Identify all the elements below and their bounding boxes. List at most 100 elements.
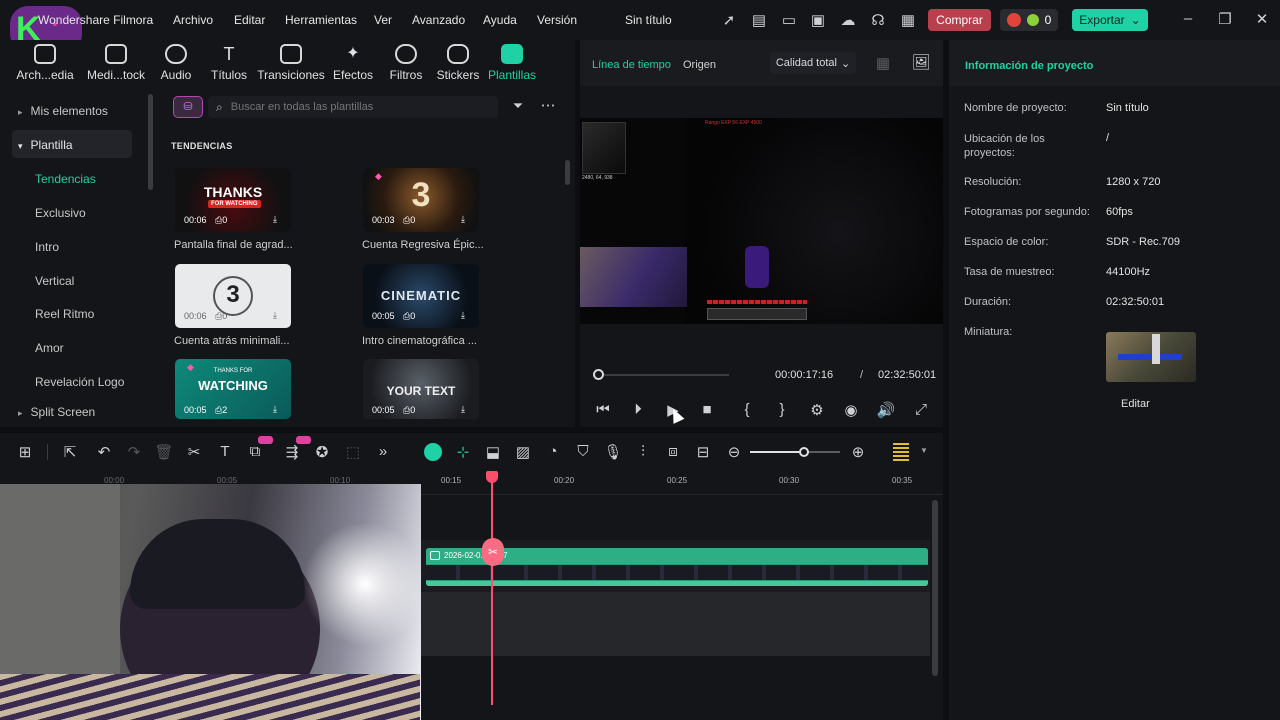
layout-grid-icon[interactable]: ⊞ xyxy=(15,443,35,461)
playhead-handle[interactable] xyxy=(486,471,498,483)
template-card[interactable]: THANKS FOR WATCHING 00:06 ⎙0 ⤓ xyxy=(175,168,291,232)
toolbar-templates[interactable]: Plantillas xyxy=(484,44,540,86)
fit-icon[interactable]: ⊟ xyxy=(693,443,713,461)
image-tool-icon[interactable]: ▨ xyxy=(513,443,533,461)
playback-progress-track[interactable] xyxy=(593,369,729,380)
download-icon[interactable]: ⤓ xyxy=(273,404,277,415)
text-tool-icon[interactable]: T xyxy=(215,443,235,460)
template-card[interactable]: YOUR TEXT 00:05 ⎙0 ⤓ xyxy=(363,359,479,419)
grid-view-icon[interactable]: ▦ xyxy=(873,54,893,72)
download-icon[interactable]: ⤓ xyxy=(461,404,465,415)
delete-icon[interactable]: 🗑 xyxy=(154,443,174,461)
search-box[interactable]: ⌕ xyxy=(208,96,498,118)
split-scissors-icon[interactable]: ✂ xyxy=(482,538,504,566)
export-button[interactable]: Exportar ⌄ xyxy=(1072,9,1148,31)
cut-scissors-icon[interactable]: ✂ xyxy=(184,443,204,461)
apps-grid-icon[interactable]: ▦ xyxy=(898,11,918,29)
snapshot-image-icon[interactable]: 🖼 xyxy=(911,53,931,71)
menu-ayuda[interactable]: Ayuda xyxy=(483,13,517,27)
menu-ver[interactable]: Ver xyxy=(374,13,392,27)
toolbar-filters[interactable]: Filtros xyxy=(380,44,432,86)
download-icon[interactable]: ⤓ xyxy=(461,310,465,321)
mark-in-icon[interactable]: { xyxy=(737,401,757,418)
buy-button[interactable]: Comprar xyxy=(928,9,991,31)
speed-icon[interactable]: ◔ xyxy=(543,443,563,460)
filter-icon[interactable]: ⏷ xyxy=(508,98,528,114)
zoom-in-icon[interactable]: ⊕ xyxy=(848,443,868,461)
quality-select[interactable]: Calidad total ⌄ xyxy=(770,52,856,74)
menu-avanzado[interactable]: Avanzado xyxy=(412,13,465,27)
stop-icon[interactable]: ■ xyxy=(697,401,717,418)
template-card[interactable]: 3 00:06 ⎙0 ⤓ xyxy=(175,264,291,328)
ai-effect-icon[interactable]: ✪ xyxy=(312,443,332,461)
document-icon[interactable]: ▤ xyxy=(749,11,769,29)
close-icon[interactable]: ✕ xyxy=(1252,10,1272,28)
ai-text-icon[interactable]: ⇶ xyxy=(282,443,302,461)
fullscreen-icon[interactable]: ⤢ xyxy=(911,401,931,418)
cloud-upload-icon[interactable]: ☁ xyxy=(838,11,858,29)
more-options-icon[interactable]: ⋯ xyxy=(538,96,558,114)
menu-herramientas[interactable]: Herramientas xyxy=(285,13,357,27)
headset-icon[interactable]: ☊ xyxy=(868,11,888,29)
sidebar-item-vertical[interactable]: Vertical xyxy=(35,274,74,288)
mark-out-icon[interactable]: } xyxy=(772,401,792,418)
replace-icon[interactable]: ⧈ xyxy=(663,443,683,460)
template-card[interactable]: 3 ◆ 00:03 ⎙0 ⤓ xyxy=(363,168,479,232)
download-icon[interactable]: ⤓ xyxy=(273,214,277,225)
volume-icon[interactable]: 🔊 xyxy=(876,401,896,419)
keyframe-icon[interactable]: ⬚ xyxy=(343,443,363,461)
sidebar-item-plantilla[interactable]: ▾ Plantilla xyxy=(18,138,73,152)
toolbar-effects[interactable]: ✦ Efectos xyxy=(326,44,380,86)
shield-icon[interactable]: ⛉ xyxy=(573,443,593,460)
chevron-down-icon[interactable]: ▼ xyxy=(920,446,928,455)
more-tools-icon[interactable]: » xyxy=(373,443,393,460)
download-icon[interactable]: ⤓ xyxy=(273,310,277,321)
playhead-line[interactable] xyxy=(491,475,493,705)
sidebar-item-split-screen[interactable]: ▸ Split Screen xyxy=(18,405,95,419)
toolbar-stock-media[interactable]: Medi...tock xyxy=(82,44,150,86)
menu-archivo[interactable]: Archivo xyxy=(173,13,213,27)
template-card[interactable]: CINEMATIC 00:05 ⎙0 ⤓ xyxy=(363,264,479,328)
sidebar-item-revelacion-logo[interactable]: Revelación Logo xyxy=(35,375,124,389)
zoom-slider-track[interactable] xyxy=(750,447,840,457)
zoom-out-icon[interactable]: ⊖ xyxy=(724,443,744,461)
menu-version[interactable]: Versión xyxy=(537,13,577,27)
template-store-icon[interactable]: ⛁ xyxy=(173,96,203,118)
camera-snapshot-icon[interactable]: ◉ xyxy=(841,401,861,419)
detach-icon[interactable]: ⬓ xyxy=(483,443,503,461)
toolbar-transitions[interactable]: Transiciones xyxy=(256,44,326,86)
toolbar-stickers[interactable]: Stickers xyxy=(432,44,484,86)
credits-badge[interactable]: 0 xyxy=(1000,9,1058,31)
send-icon[interactable]: ➚ xyxy=(719,11,739,29)
snap-toggle-icon[interactable] xyxy=(424,443,442,461)
download-icon[interactable]: ⤓ xyxy=(461,214,465,225)
step-forward-icon[interactable]: ⏵ xyxy=(628,401,648,418)
magnet-icon[interactable]: ⊹ xyxy=(453,443,473,461)
sidebar-scrollbar[interactable] xyxy=(148,94,153,190)
mixer-icon[interactable]: ⫶ xyxy=(633,443,653,460)
template-card[interactable]: ◆ THANKS FOR WATCHING 00:05 ⎙2 ⤓ xyxy=(175,359,291,419)
sidebar-item-intro[interactable]: Intro xyxy=(35,240,59,254)
render-settings-icon[interactable]: ⚙ xyxy=(807,401,827,419)
search-input[interactable] xyxy=(230,101,471,113)
toolbar-audio[interactable]: Audio xyxy=(150,44,202,86)
previous-frame-icon[interactable]: ⏮ xyxy=(593,401,613,418)
templates-scrollbar[interactable] xyxy=(565,160,570,185)
timeline-scrollbar[interactable] xyxy=(932,500,938,676)
sidebar-item-reel-ritmo[interactable]: Reel Ritmo xyxy=(35,307,94,321)
sidebar-item-exclusivo[interactable]: Exclusivo xyxy=(35,206,86,220)
save-icon[interactable]: ▣ xyxy=(808,11,828,29)
restore-icon[interactable]: ❐ xyxy=(1215,10,1235,28)
sidebar-item-mis-elementos[interactable]: ▸ Mis elementos xyxy=(18,104,108,118)
tab-source[interactable]: Origen xyxy=(683,59,716,71)
microphone-icon[interactable]: 🎙 xyxy=(603,443,623,461)
audio-meter-icon[interactable] xyxy=(893,443,909,461)
toolbar-import-media[interactable]: Arch...edia xyxy=(8,44,82,86)
sidebar-item-tendencias[interactable]: Tendencias xyxy=(35,172,96,186)
crop-icon[interactable]: ⧉ xyxy=(245,443,265,460)
minimize-icon[interactable]: – xyxy=(1178,10,1198,27)
sidebar-item-amor[interactable]: Amor xyxy=(35,341,64,355)
zoom-slider-thumb[interactable] xyxy=(799,447,809,457)
select-tool-icon[interactable]: ⇱ xyxy=(60,443,80,461)
toolbar-titles[interactable]: T Títulos xyxy=(202,44,256,86)
